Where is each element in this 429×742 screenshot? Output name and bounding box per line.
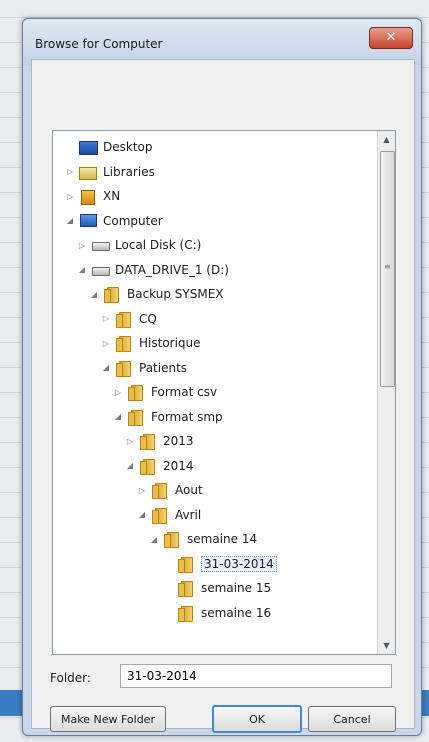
libraries-icon [79, 164, 97, 180]
tree-item-label: Computer [103, 213, 163, 228]
scroll-thumb[interactable]: ≡ [380, 151, 395, 387]
desktop-icon [79, 139, 98, 155]
expand-arrow-icon[interactable]: ▷ [101, 339, 111, 348]
expand-arrow-icon[interactable]: ▷ [125, 437, 135, 446]
folder-icon [177, 556, 195, 573]
tree-item-label: 31-03-2014 [201, 555, 277, 572]
expand-arrow-icon[interactable]: ▷ [77, 241, 87, 250]
tree-item-label: Local Disk (C:) [115, 238, 202, 252]
folder-icon [151, 482, 169, 499]
folder-icon [139, 433, 157, 450]
user-icon [79, 188, 97, 205]
tree-item[interactable]: ◢ DATA_DRIVE_1 (D:) [77, 259, 229, 281]
folder-icon [115, 311, 133, 328]
tree-item-label: Aout [175, 483, 203, 497]
tree-item-label: Patients [139, 360, 188, 375]
collapse-arrow-icon[interactable]: ◢ [113, 412, 123, 421]
tree-item[interactable]: ▷ CQ [101, 308, 157, 330]
tree-item[interactable]: semaine 16 [163, 602, 271, 624]
tree-item-label: Format smp [151, 409, 223, 424]
drive-icon [91, 262, 110, 278]
collapse-arrow-icon[interactable]: ◢ [89, 290, 99, 299]
tree-item[interactable]: semaine 15 [163, 577, 271, 599]
folder-icon [115, 360, 133, 377]
browse-dialog: Browse for Computer ✕ ▲ ≡ ▼ Desktop ▷ Libr… [22, 18, 422, 736]
dialog-title: Browse for Computer [35, 37, 163, 51]
expand-arrow-icon[interactable]: ▷ [65, 192, 75, 201]
expand-arrow-icon[interactable]: ▷ [65, 167, 75, 176]
collapse-arrow-icon[interactable]: ◢ [149, 535, 159, 544]
scroll-up-icon[interactable]: ▲ [378, 131, 395, 148]
expand-arrow-icon[interactable]: ▷ [137, 486, 147, 495]
tree-item[interactable]: ▷ Historique [101, 332, 201, 354]
tree-item-label: 2013 [163, 434, 194, 448]
tree-item[interactable]: ▷ 2013 [125, 430, 194, 452]
collapse-arrow-icon[interactable]: ◢ [65, 216, 75, 225]
folder-input[interactable] [120, 664, 392, 688]
tree-scrollbar[interactable]: ▲ ≡ ▼ [377, 131, 395, 654]
folder-icon [115, 335, 133, 352]
tree-item[interactable]: ◢ semaine 14 [149, 528, 257, 550]
make-new-folder-button[interactable]: Make New Folder [50, 706, 166, 732]
tree-item[interactable]: ▷ Format csv [113, 381, 217, 403]
expand-arrow-icon[interactable]: ▷ [113, 388, 123, 397]
tree-item[interactable]: Desktop [65, 136, 153, 158]
close-button[interactable]: ✕ [369, 27, 413, 49]
ok-button[interactable]: OK [212, 705, 302, 733]
folder-icon [151, 507, 169, 524]
scroll-down-icon[interactable]: ▼ [378, 637, 395, 654]
tree-item[interactable]: ▷ Local Disk (C:) [77, 234, 201, 256]
tree-item[interactable]: ▷ Libraries [65, 161, 155, 183]
tree-item-label: CQ [139, 311, 157, 326]
expand-arrow-icon[interactable]: ▷ [101, 314, 111, 323]
tree-item[interactable]: ◢ Avril [137, 504, 201, 526]
tree-item[interactable]: ◢ Computer [65, 210, 163, 232]
tree-item-label: 2014 [163, 458, 194, 473]
collapse-arrow-icon[interactable]: ◢ [101, 363, 111, 372]
tree-item-label: Historique [139, 336, 201, 350]
folder-label: Folder: [50, 671, 91, 685]
collapse-arrow-icon[interactable]: ◢ [77, 265, 87, 274]
cancel-button[interactable]: Cancel [308, 706, 396, 732]
folder-tree[interactable]: ▲ ≡ ▼ Desktop ▷ Libraries ▷ XN ◢ Computer ▷ Loca… [52, 130, 396, 655]
tree-item-label: Format csv [151, 385, 218, 399]
tree-item[interactable]: ▷ Aout [137, 479, 203, 501]
tree-item-label: Avril [175, 507, 202, 522]
folder-icon [163, 531, 181, 548]
collapse-arrow-icon[interactable]: ◢ [125, 461, 135, 470]
tree-item[interactable]: ◢ 2014 [125, 455, 194, 477]
tree-item-label: DATA_DRIVE_1 (D:) [115, 262, 229, 277]
folder-icon [177, 605, 195, 622]
tree-item[interactable]: ◢ Format smp [113, 406, 223, 428]
tree-item[interactable]: ◢ Backup SYSMEX [89, 283, 224, 305]
dialog-client-area: ▲ ≡ ▼ Desktop ▷ Libraries ▷ XN ◢ Computer ▷ Loca… [31, 59, 415, 733]
tree-item-label: semaine 15 [201, 581, 272, 595]
tree-item-label: Libraries [103, 164, 155, 179]
tree-item[interactable]: 31-03-2014 [163, 553, 277, 575]
folder-icon [127, 384, 145, 401]
tree-item-label: XN [103, 189, 121, 203]
computer-icon [79, 213, 97, 229]
tree-item-label: semaine 16 [201, 605, 272, 620]
collapse-arrow-icon[interactable]: ◢ [137, 510, 147, 519]
folder-icon [103, 286, 121, 303]
grip-icon: ≡ [384, 262, 391, 271]
folder-icon [127, 409, 145, 426]
folder-icon [139, 458, 157, 475]
tree-item-label: Desktop [103, 140, 153, 154]
tree-item[interactable]: ◢ Patients [101, 357, 187, 379]
drive-icon [91, 237, 110, 253]
folder-icon [177, 580, 195, 597]
tree-item[interactable]: ▷ XN [65, 185, 120, 207]
tree-item-label: semaine 14 [187, 532, 258, 546]
tree-item-label: Backup SYSMEX [127, 287, 224, 301]
